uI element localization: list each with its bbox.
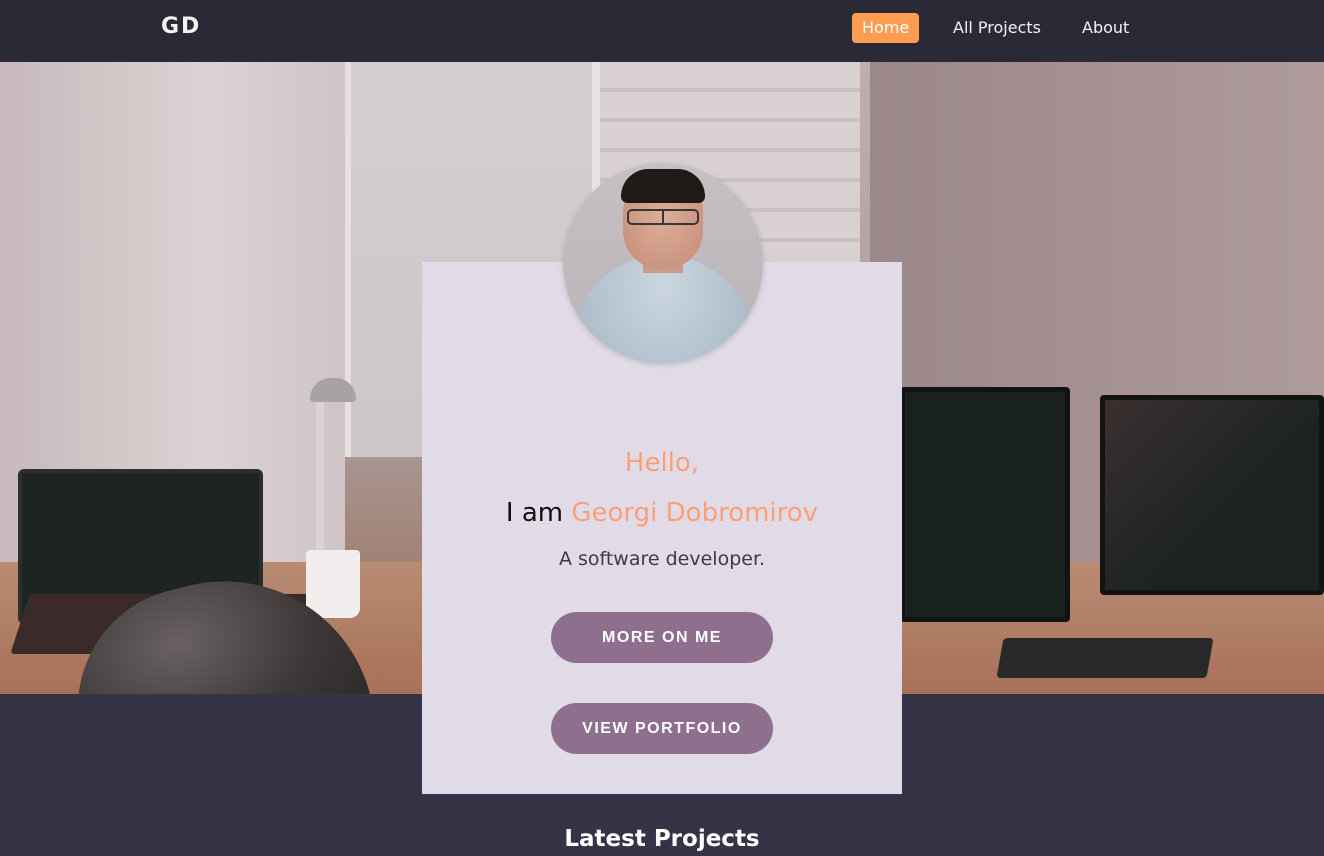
navbar: GD Home All Projects About xyxy=(0,0,1324,62)
monitor-left xyxy=(900,387,1070,622)
brand-logo[interactable]: GD xyxy=(161,14,201,39)
profile-name: Georgi Dobromirov xyxy=(571,498,819,528)
keyboard xyxy=(996,638,1214,678)
intro-prefix: I am xyxy=(505,498,564,528)
latest-projects-heading: Latest Projects xyxy=(564,826,760,852)
nav-link-about[interactable]: About xyxy=(1082,13,1129,43)
intro-line: I am Georgi Dobromirov xyxy=(422,498,902,528)
greeting: Hello, xyxy=(624,448,700,478)
mug xyxy=(306,550,360,618)
monitor-right xyxy=(1100,395,1324,595)
avatar xyxy=(563,163,763,363)
nav-link-all-projects[interactable]: All Projects xyxy=(953,13,1041,43)
view-portfolio-button[interactable]: VIEW PORTFOLIO xyxy=(551,703,773,754)
profile-role: A software developer. xyxy=(558,548,766,570)
more-on-me-button[interactable]: MORE ON ME xyxy=(551,612,773,663)
nav-link-home[interactable]: Home xyxy=(852,13,920,43)
